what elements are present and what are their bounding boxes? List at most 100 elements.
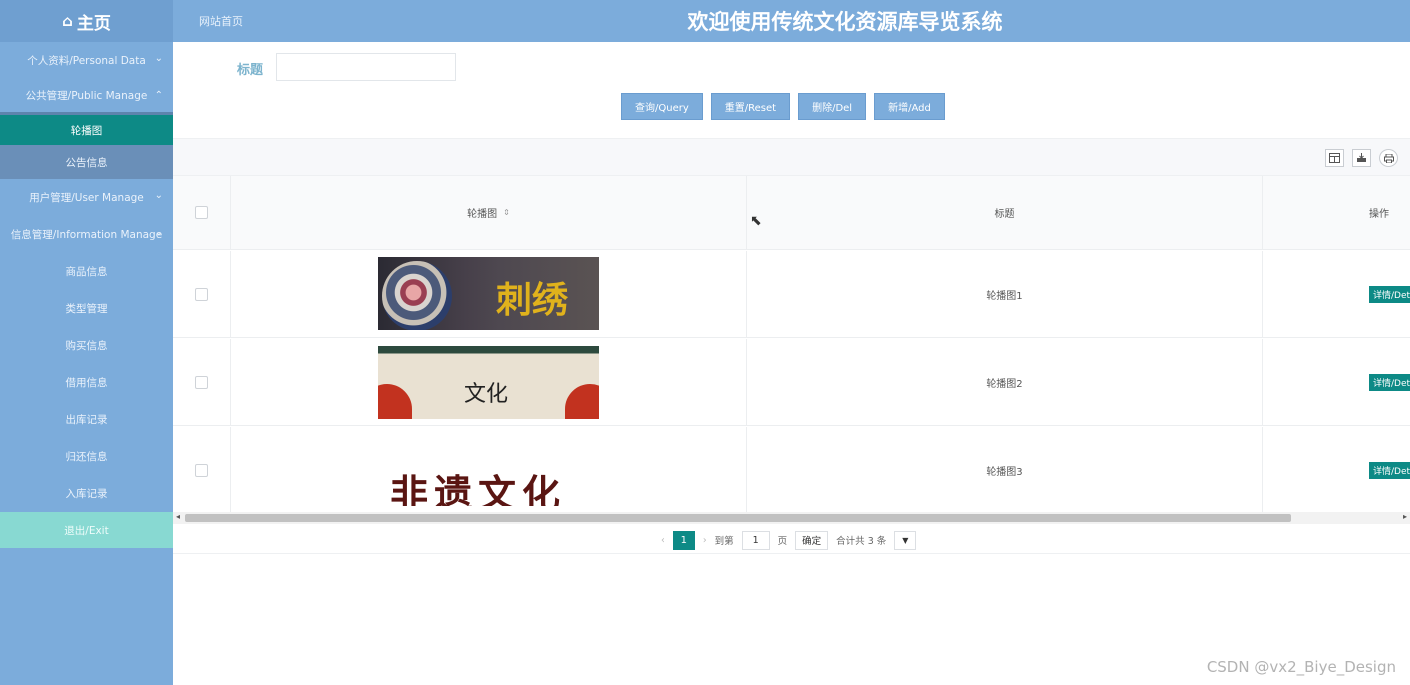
sidebar-item-label: 出库记录 (65, 414, 108, 426)
table-row: 文化 轮播图2 详情/Detail (173, 339, 1410, 426)
sidebar-item-returns[interactable]: 归还信息 (0, 438, 173, 475)
site-home-link[interactable]: 网站首页 (199, 13, 243, 29)
query-button[interactable]: 查询/Query (621, 93, 703, 120)
chevron-down-icon: ⌄ (154, 53, 163, 64)
sidebar-item-personal-data[interactable]: 个人资料/Personal Data ⌄ (0, 42, 173, 79)
image-cell: 刺绣 (231, 251, 747, 337)
sidebar-item-label: 归还信息 (65, 451, 108, 463)
detail-button[interactable]: 详情/Detail (1369, 285, 1410, 303)
header-image-label: 轮播图 (467, 209, 498, 220)
scrollbar-thumb[interactable] (185, 514, 1291, 522)
home-button[interactable]: ⌂ 主页 (0, 0, 173, 42)
detail-button[interactable]: 详情/Detail (1369, 373, 1410, 391)
pagination: ‹ 1 › 到第 1 页 确定 合计共 3 条 ▼ (661, 529, 917, 551)
sidebar-item-carousel[interactable]: 轮播图 (0, 115, 173, 145)
watermark: CSDN @vx2_Biye_Design (1206, 658, 1396, 676)
home-label: 主页 (76, 13, 111, 34)
header-title-label: 标题 (994, 209, 1015, 220)
table-row: 非遗文化 轮播图3 详情/Detail (173, 427, 1410, 512)
sort-icon[interactable]: ⇕ (503, 208, 510, 217)
add-button[interactable]: 新增/Add (874, 93, 945, 120)
next-page-icon[interactable]: › (703, 535, 707, 546)
sidebar-item-label: 商品信息 (65, 266, 108, 278)
title-search-input[interactable] (276, 53, 456, 81)
title-cell: 轮播图3 (747, 427, 1263, 512)
sidebar-item-label: 轮播图 (70, 124, 103, 137)
sidebar-item-label: 入库记录 (65, 488, 108, 500)
carousel-image: 刺绣 (378, 257, 599, 330)
sidebar-item-products[interactable]: 商品信息 (0, 253, 173, 290)
divider (173, 553, 1410, 554)
image-text: 文化 (464, 382, 509, 407)
main-content: 标题 查询/Query 重置/Reset 删除/Del 新增/Add 轮播图 ⇕ (173, 42, 1410, 685)
sidebar-item-label: 个人资料/Personal Data (27, 55, 146, 67)
table-row: 刺绣 轮播图1 详情/Detail (173, 251, 1410, 338)
action-buttons: 查询/Query 重置/Reset 删除/Del 新增/Add (621, 93, 945, 120)
sidebar-item-information-manage[interactable]: 信息管理/Information Manage ⌄ (0, 216, 173, 253)
print-icon[interactable] (1379, 149, 1398, 167)
row-checkbox[interactable] (195, 375, 208, 389)
fan-graphic (378, 384, 412, 419)
sidebar-item-inbound[interactable]: 入库记录 (0, 475, 173, 512)
image-cell: 非遗文化 (231, 427, 747, 512)
sidebar-item-outbound[interactable]: 出库记录 (0, 401, 173, 438)
mouse-cursor-icon: ⬉ (750, 213, 762, 229)
sidebar-item-label: 购买信息 (65, 340, 108, 352)
image-cell: 文化 (231, 339, 747, 425)
page-title: 欢迎使用传统文化资源库导览系统 (687, 10, 1003, 34)
header-image[interactable]: 轮播图 ⇕ (231, 176, 747, 249)
sidebar-item-user-manage[interactable]: 用户管理/User Manage ⌄ (0, 179, 173, 216)
page-unit-label: 页 (777, 536, 788, 547)
action-cell: 详情/Detail (1263, 339, 1410, 425)
horizontal-scrollbar[interactable]: ◂ ▸ (173, 512, 1410, 524)
page-number-current[interactable]: 1 (672, 530, 695, 550)
top-header-bar: ⌂ 主页 网站首页 欢迎使用传统文化资源库导览系统 (0, 0, 1410, 42)
filter-columns-icon[interactable] (1325, 149, 1344, 167)
embroidery-flower-graphic (382, 261, 452, 330)
reset-button[interactable]: 重置/Reset (710, 93, 791, 120)
sidebar-item-label: 借用信息 (65, 377, 108, 389)
select-all-checkbox[interactable] (195, 206, 208, 219)
action-cell: 详情/Detail (1263, 251, 1410, 337)
home-icon: ⌂ (62, 12, 73, 30)
sidebar-item-label: 公共管理/Public Manage (25, 90, 148, 102)
sidebar-item-label: 类型管理 (65, 303, 108, 315)
sidebar-item-label: 退出/Exit (64, 524, 109, 537)
chevron-down-icon: ▼ (902, 535, 909, 545)
delete-button[interactable]: 删除/Del (798, 93, 867, 120)
goto-page-input[interactable]: 1 (741, 530, 770, 550)
goto-label: 到第 (714, 536, 734, 547)
search-label: 标题 (237, 63, 264, 78)
total-count: 合计共 3 条 (836, 536, 887, 547)
sidebar-item-label: 用户管理/User Manage (29, 192, 144, 204)
scroll-right-icon[interactable]: ▸ (1403, 512, 1407, 521)
sidebar-item-exit[interactable]: 退出/Exit (0, 512, 173, 548)
scroll-left-icon[interactable]: ◂ (176, 512, 180, 521)
sidebar-item-label: 公告信息 (65, 156, 108, 169)
header-action: 操作 (1263, 176, 1410, 249)
sidebar-item-announcements[interactable]: 公告信息 (0, 145, 173, 179)
row-checkbox[interactable] (195, 287, 208, 301)
select-all-cell (173, 176, 231, 249)
sidebar-item-types[interactable]: 类型管理 (0, 290, 173, 327)
table-header-row: 轮播图 ⇕ 标题 操作 (173, 176, 1410, 250)
image-text: 非遗文化 (390, 471, 567, 506)
sidebar-item-purchases[interactable]: 购买信息 (0, 327, 173, 364)
title-cell: 轮播图1 (747, 251, 1263, 337)
sidebar-item-label: 信息管理/Information Manage (10, 229, 163, 241)
fan-graphic (565, 384, 599, 419)
title-cell: 轮播图2 (747, 339, 1263, 425)
export-icon[interactable] (1352, 149, 1371, 167)
chevron-down-icon: ⌄ (154, 190, 163, 201)
prev-page-icon[interactable]: ‹ (661, 535, 665, 546)
detail-button[interactable]: 详情/Detail (1369, 462, 1410, 479)
carousel-image: 非遗文化 (378, 433, 599, 506)
chevron-up-icon: ⌃ (154, 90, 163, 101)
goto-confirm-button[interactable]: 确定 (795, 530, 829, 550)
sidebar-item-borrowing[interactable]: 借用信息 (0, 364, 173, 401)
carousel-table: 轮播图 ⇕ 标题 操作 刺绣 轮播图1 详情/Detail (173, 176, 1410, 512)
page-size-select[interactable]: ▼ (894, 530, 917, 550)
image-text: 刺绣 (496, 279, 569, 321)
sidebar-item-public-manage[interactable]: 公共管理/Public Manage ⌃ (0, 79, 173, 115)
row-checkbox[interactable] (195, 464, 208, 477)
